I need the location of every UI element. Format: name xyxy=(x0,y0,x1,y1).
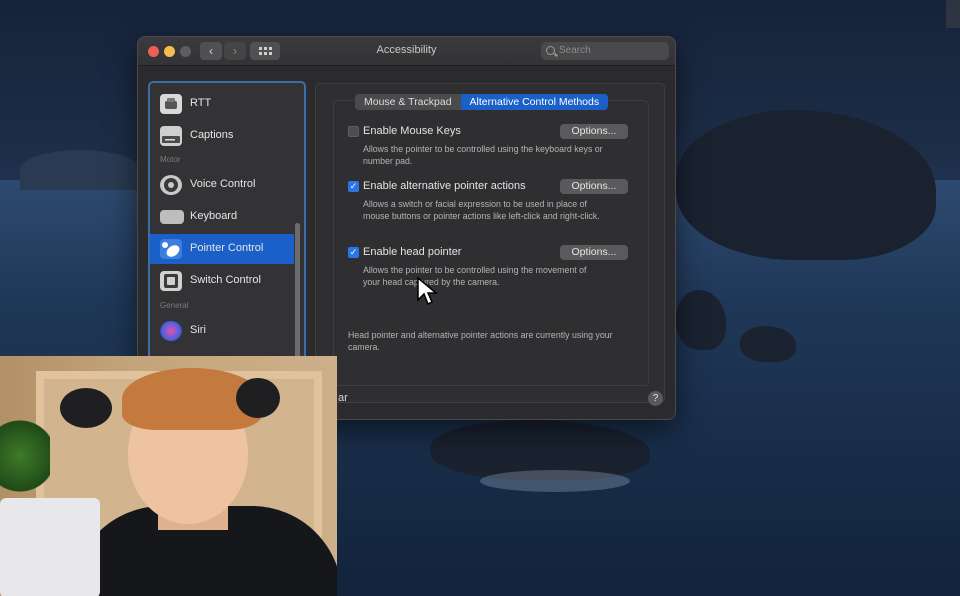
tab-alternative-control-methods[interactable]: Alternative Control Methods xyxy=(460,94,609,110)
pointer-control-icon xyxy=(160,239,182,259)
checkmark-icon: ✓ xyxy=(349,181,358,191)
search-placeholder: Search xyxy=(559,45,591,56)
alt-pointer-actions-options-button[interactable]: Options... xyxy=(560,179,628,194)
sidebar-section-general: General xyxy=(160,301,189,310)
head-pointer-checkbox[interactable]: ✓ xyxy=(348,247,359,258)
alt-pointer-actions-description: Allows a switch or facial expression to … xyxy=(363,199,600,221)
switch-control-icon xyxy=(160,271,182,291)
sidebar-scrollbar[interactable] xyxy=(295,223,300,373)
alt-pointer-actions-label: Enable alternative pointer actions xyxy=(363,180,526,192)
sidebar-item-switch-control[interactable]: Switch Control xyxy=(150,266,294,296)
checkmark-icon: ✓ xyxy=(349,247,358,257)
keyboard-icon xyxy=(160,210,184,224)
headset-left xyxy=(60,388,112,428)
mouse-keys-options-button[interactable]: Options... xyxy=(560,124,628,139)
tab-mouse-trackpad[interactable]: Mouse & Trackpad xyxy=(355,94,461,110)
captions-icon xyxy=(160,126,182,146)
content-panel: Mouse & Trackpad Alternative Control Met… xyxy=(315,83,665,403)
camera-usage-note: Head pointer and alternative pointer act… xyxy=(348,330,613,352)
sidebar-item-siri[interactable]: Siri xyxy=(150,316,294,346)
head-pointer-options-button[interactable]: Options... xyxy=(560,245,628,260)
tab-bar: Mouse & Trackpad Alternative Control Met… xyxy=(355,94,609,110)
search-input[interactable]: Search xyxy=(541,42,669,60)
screen-corner-thumb xyxy=(946,0,960,28)
sidebar-section-motor: Motor xyxy=(160,155,181,164)
head-pointer-description: Allows the pointer to be controlled usin… xyxy=(363,265,587,287)
titlebar: ‹ › Accessibility Search xyxy=(138,37,675,66)
help-button[interactable]: ? xyxy=(648,391,663,406)
bottom-label: ar xyxy=(338,392,348,404)
laptop xyxy=(0,498,100,596)
sidebar-item-keyboard[interactable]: Keyboard xyxy=(150,202,294,232)
webcam-overlay xyxy=(0,356,337,596)
search-icon xyxy=(546,46,555,55)
headset-right xyxy=(236,378,280,418)
mouse-keys-checkbox[interactable] xyxy=(348,126,359,137)
wallpaper-hill xyxy=(20,150,140,190)
voice-control-icon xyxy=(160,175,182,195)
mouse-pointer-icon xyxy=(417,276,438,306)
mouse-keys-label: Enable Mouse Keys xyxy=(363,125,461,137)
head-pointer-label: Enable head pointer xyxy=(363,246,462,258)
siri-icon xyxy=(160,321,182,341)
wallpaper-foam xyxy=(480,470,630,492)
rtt-icon xyxy=(160,94,182,114)
wallpaper-cliff xyxy=(676,110,936,260)
sidebar-item-pointer-control[interactable]: Pointer Control xyxy=(150,234,294,264)
sidebar-item-rtt[interactable]: RTT xyxy=(150,89,294,119)
mouse-keys-description: Allows the pointer to be controlled usin… xyxy=(363,144,603,166)
sidebar-item-captions[interactable]: Captions xyxy=(150,121,294,151)
wallpaper-rock xyxy=(740,326,796,362)
plant xyxy=(0,416,50,496)
sidebar-item-voice-control[interactable]: Voice Control xyxy=(150,170,294,200)
alt-pointer-actions-checkbox[interactable]: ✓ xyxy=(348,181,359,192)
